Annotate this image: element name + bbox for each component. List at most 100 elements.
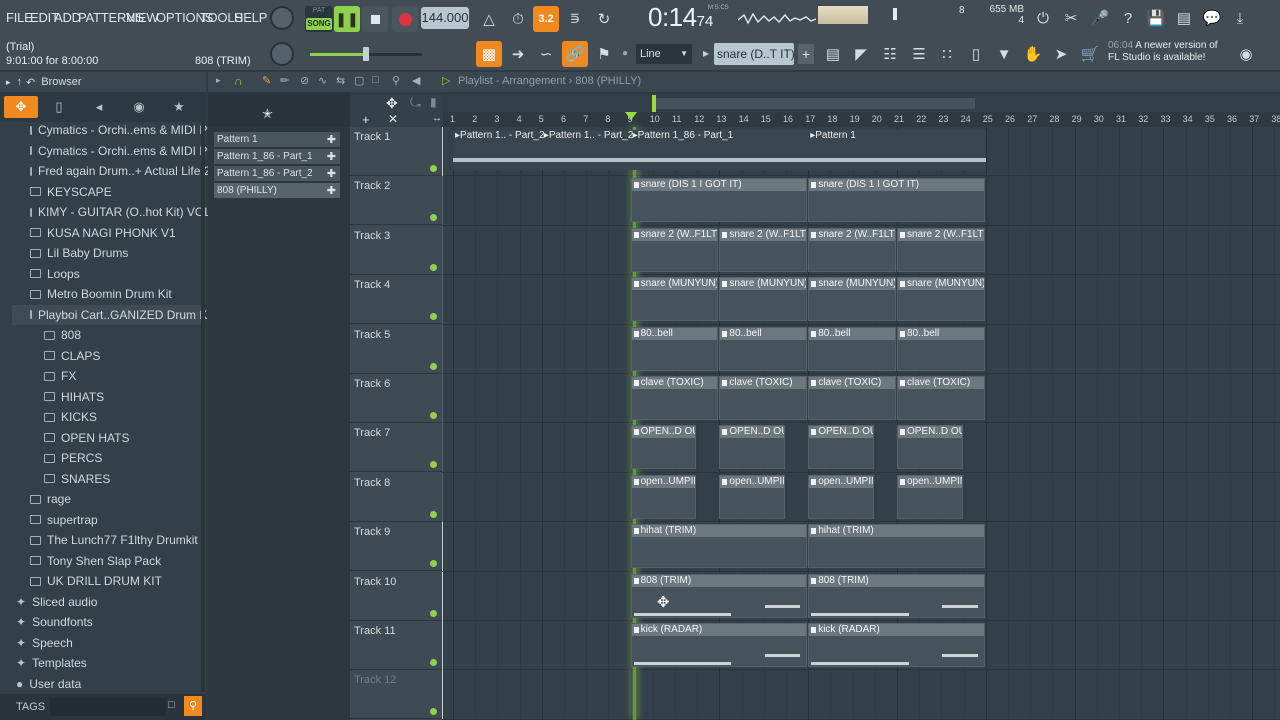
pattern-clip[interactable]: snare 2 (W..F1LTHY): [630, 227, 719, 272]
folder-icon[interactable]: □: [168, 699, 175, 711]
zoom-tool-icon[interactable]: ⚲: [392, 74, 400, 87]
browser-item[interactable]: The Lunch77 F1lthy Drumkit: [30, 530, 200, 550]
time-display[interactable]: 0:1474 M:S:CS: [648, 2, 729, 36]
pattern-clip[interactable]: 80..bell: [808, 326, 896, 371]
pattern-clip[interactable]: snare 2 (W..F1LTHY): [719, 227, 808, 272]
up-arrow-icon[interactable]: ↑: [17, 76, 23, 88]
browser-item[interactable]: ✦ Speech: [16, 633, 186, 653]
browser-item[interactable]: HIHATS: [44, 387, 214, 407]
pattern-clip[interactable]: snare 2 (W..F1LTHY): [808, 227, 896, 272]
playlist-arrow-icon[interactable]: ▸: [216, 75, 221, 86]
save-button[interactable]: 💾: [1143, 5, 1169, 31]
track-mute-led[interactable]: [430, 263, 437, 271]
master-volume-knob[interactable]: [270, 42, 294, 66]
mute-tool-icon[interactable]: ∿: [318, 74, 327, 87]
browser-item[interactable]: ✦ Templates: [16, 653, 186, 673]
menu-view[interactable]: VIEW: [126, 10, 159, 25]
track1-clip-label[interactable]: ▸Pattern 1.. - Part_2: [544, 130, 634, 141]
browser-item[interactable]: Playboi Cart..GANIZED Drum Kit: [12, 304, 213, 325]
browser-item[interactable]: ✦ Soundfonts: [16, 612, 186, 632]
news-panel[interactable]: 06:04 A newer version of FL Studio is av…: [1108, 40, 1238, 68]
arrow-tool-button[interactable]: ➜: [505, 41, 531, 67]
track-mute-led[interactable]: [430, 313, 437, 321]
link-button[interactable]: 🔗: [562, 41, 588, 67]
track-header[interactable]: Track 6: [350, 374, 448, 423]
track-header[interactable]: Track 9: [350, 522, 448, 572]
pattern-clip[interactable]: kick (RADAR): [630, 623, 808, 667]
browser-item[interactable]: Lil Baby Drums: [30, 243, 200, 263]
timeline-scroll-thumb[interactable]: [655, 98, 975, 109]
pattern-clip[interactable]: OPEN..D OUT: [897, 425, 963, 470]
step-edit-button[interactable]: ⋾: [562, 6, 588, 32]
track-header[interactable]: Track 1: [350, 127, 448, 176]
pattern-clip[interactable]: OPEN..D OUT: [808, 425, 874, 470]
channel-prev-arrow[interactable]: ▸: [703, 46, 709, 60]
master-pitch-knob[interactable]: [270, 6, 294, 30]
brush-tool-icon[interactable]: ✏: [280, 74, 289, 87]
search-icon[interactable]: ⚲: [184, 696, 202, 716]
browser-item[interactable]: Metro Boomin Drum Kit: [30, 284, 200, 304]
timeline-scrollbar[interactable]: [443, 95, 1280, 112]
track-header[interactable]: Track 10: [350, 571, 448, 621]
pattern-clip[interactable]: 808 (TRIM): [808, 573, 985, 618]
browser-item[interactable]: rage: [30, 489, 200, 509]
waveform-icon[interactable]: ✭: [262, 106, 273, 122]
playback-tool-icon[interactable]: ◀: [412, 74, 420, 87]
chat-button[interactable]: 💬: [1199, 5, 1225, 31]
browser-item[interactable]: Fred again Drum..+ Actual Life 2): [30, 161, 214, 181]
browser-item[interactable]: ● User data: [16, 674, 186, 694]
select-tool-icon[interactable]: □: [372, 74, 379, 86]
pattern-clip[interactable]: snare 2 (W..F1LTHY): [897, 227, 985, 272]
mixer-button[interactable]: ☰: [906, 41, 932, 67]
volume-slider-handle[interactable]: [363, 47, 369, 61]
piano-roll-button[interactable]: ◤: [848, 41, 874, 67]
volume-slider[interactable]: [310, 47, 422, 61]
track-header[interactable]: Track 3: [350, 225, 448, 275]
bar-ruler[interactable]: 1 2 3 4 5 6 7 8 9 10 11 12 13 14 15 16 17 18 19 20 21 22 23 24 2…: [443, 112, 1280, 127]
channel-rack-button[interactable]: ☷: [877, 41, 903, 67]
playlist-grid[interactable]: ▸Pattern 1.. - Part_2 ▸Pattern 1.. - Part…: [443, 127, 1280, 720]
slip-tool-icon[interactable]: ⇆: [336, 74, 345, 87]
browser-item[interactable]: supertrap: [30, 510, 200, 530]
menu-file[interactable]: FILE: [6, 10, 33, 25]
track1-clip-strip[interactable]: ▸Pattern 1.. - Part_2 ▸Pattern 1.. - Part…: [453, 130, 986, 170]
track-mute-led[interactable]: [430, 708, 437, 716]
browser-item[interactable]: PERCS: [44, 448, 214, 468]
track-mute-led[interactable]: [430, 461, 437, 469]
pat-song-toggle[interactable]: PAT SONG: [305, 6, 333, 32]
online-button[interactable]: ◉: [1233, 41, 1259, 67]
pattern-clip[interactable]: OPEN..D OUT: [719, 425, 785, 470]
add-channel-button[interactable]: +: [798, 44, 814, 64]
pause-button[interactable]: ❚❚: [334, 6, 360, 32]
magnet-icon[interactable]: ∩: [234, 74, 243, 88]
move-icon[interactable]: ✥: [386, 95, 398, 112]
track-header[interactable]: Track 8: [350, 472, 448, 522]
pattern-item[interactable]: Pattern 1_86 - Part_1 ✚: [214, 149, 340, 164]
track-header[interactable]: Track 12: [350, 670, 448, 720]
tab-all[interactable]: ✥: [4, 96, 38, 118]
timeline-loop-marker[interactable]: [652, 95, 656, 112]
pattern-clip[interactable]: open..UMPIN: [719, 474, 785, 519]
track-mute-led[interactable]: [430, 659, 437, 666]
browser-item[interactable]: KICKS: [44, 407, 214, 427]
plugin-button[interactable]: ▼: [991, 41, 1017, 67]
pattern-clip[interactable]: snare (MUNYUN): [897, 277, 985, 322]
track-mute-led[interactable]: [430, 214, 437, 222]
browser-item[interactable]: ✦ Sliced audio: [16, 592, 186, 612]
tab-favorites[interactable]: ★: [162, 96, 196, 118]
help-button[interactable]: ?: [1115, 5, 1141, 31]
slide-icon[interactable]: ⤿: [410, 95, 421, 111]
track1-clip-label[interactable]: ▸Pattern 1_86 - Part_1: [633, 130, 734, 141]
browser-item[interactable]: KEYSCAPE: [30, 182, 200, 202]
pattern-clip[interactable]: snare (MUNYUN): [719, 277, 808, 322]
pattern-clip[interactable]: clave (TOXIC): [897, 376, 985, 420]
tutorial-button[interactable]: ➤: [1048, 41, 1074, 67]
browser-item[interactable]: Cymatics - Orchi..ems & MIDI Pt 1: [30, 120, 221, 140]
pattern-clip[interactable]: clave (TOXIC): [719, 376, 808, 420]
curve-tool-button[interactable]: ∽: [533, 41, 559, 67]
pattern-clip[interactable]: clave (TOXIC): [808, 376, 896, 420]
browser-item[interactable]: 808: [44, 325, 214, 345]
stop-button[interactable]: [362, 6, 388, 32]
snap-selector[interactable]: Line ▼: [636, 44, 692, 64]
touch-keyboard-button[interactable]: ✋: [1020, 41, 1046, 67]
